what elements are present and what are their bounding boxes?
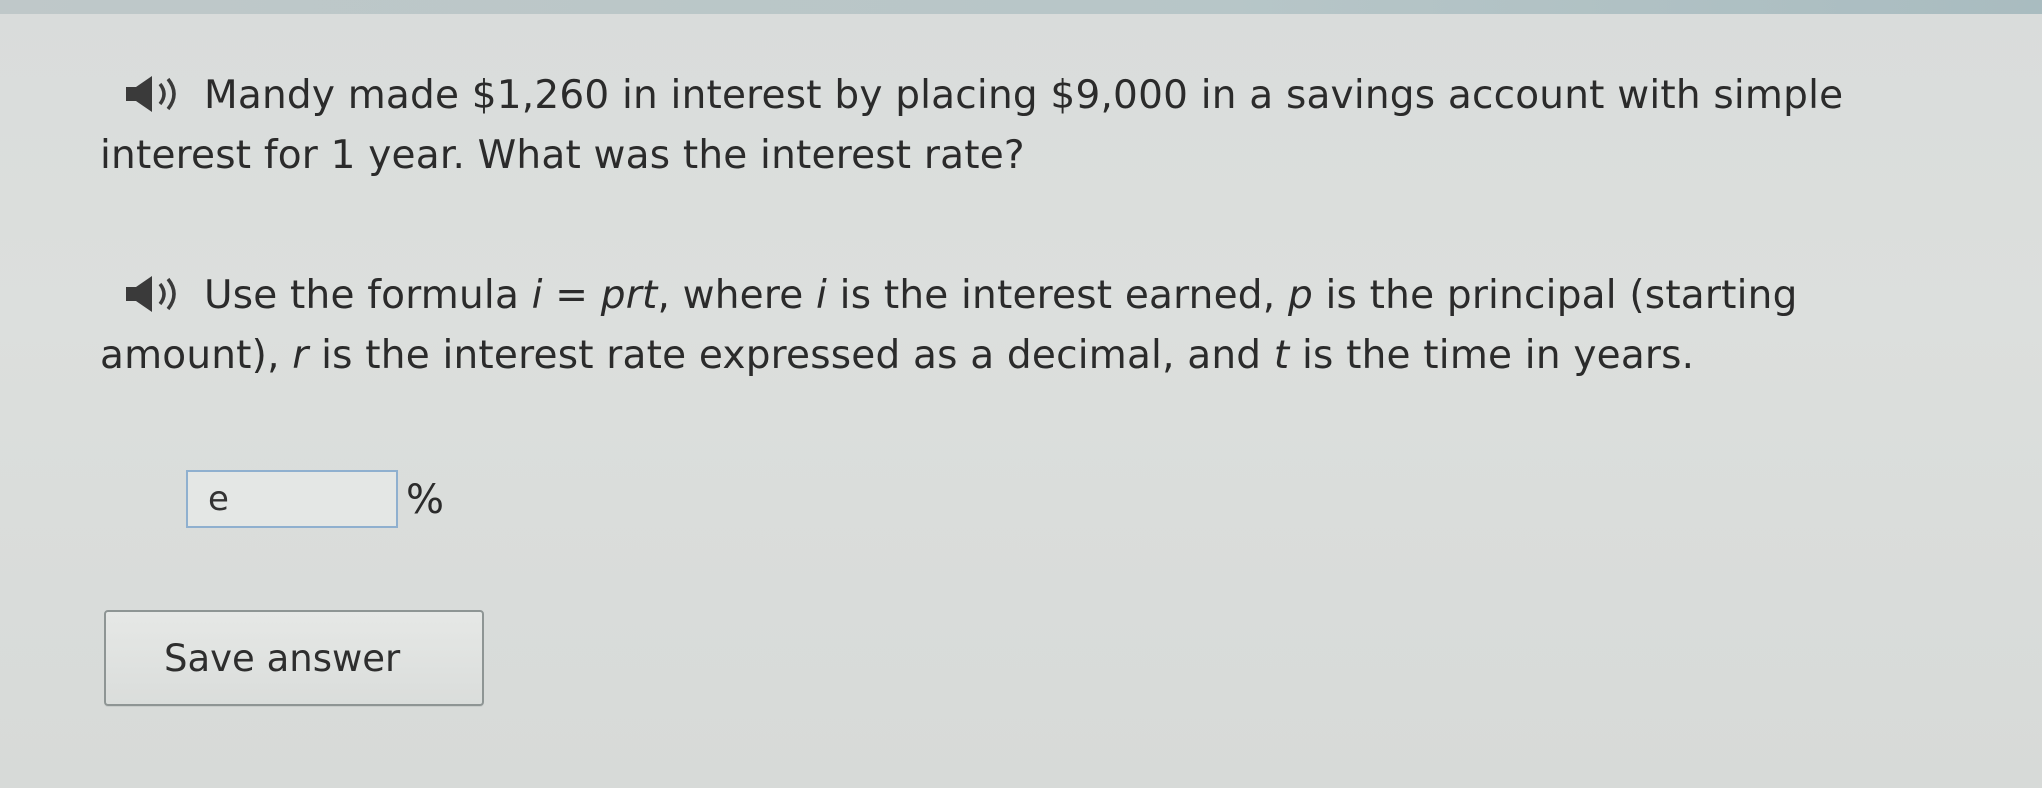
hint-variable-i: i [816, 273, 828, 318]
top-strip [0, 0, 2042, 14]
formula-equals: = [542, 273, 601, 318]
hint-text-i-desc: is the interest earned, [827, 273, 1288, 318]
hint-variable-t: t [1273, 333, 1290, 378]
save-answer-button[interactable]: Save answer [104, 610, 484, 706]
formula-prt: prt [600, 273, 658, 318]
hint-text-where: , where [657, 273, 817, 318]
hint-text-r-desc: is the interest rate expressed as a deci… [308, 333, 1274, 378]
hint-text-t-desc: is the time in years. [1289, 333, 1695, 378]
hint-variable-r: r [292, 333, 309, 378]
question-panel: Mandy made $1,260 in interest by placing… [0, 14, 2042, 788]
question-text-block: Mandy made $1,260 in interest by placing… [100, 66, 1980, 186]
percent-unit: % [406, 477, 445, 523]
answer-input[interactable] [186, 470, 398, 528]
hint-text-intro: Use the formula [204, 273, 532, 318]
question-text: Mandy made $1,260 in interest by placing… [100, 73, 1844, 178]
formula-variable-i: i [531, 273, 543, 318]
hint-text-block: Use the formula i = prt, where i is the … [100, 266, 1980, 386]
hint-variable-p: p [1287, 273, 1313, 318]
speaker-icon[interactable] [122, 74, 202, 114]
speaker-icon[interactable] [122, 274, 202, 314]
